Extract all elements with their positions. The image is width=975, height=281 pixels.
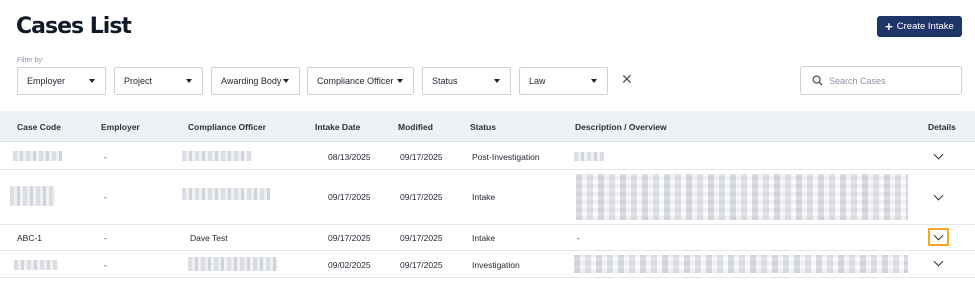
awarding-body-filter-label: Awarding Body (221, 76, 282, 86)
employer-filter[interactable]: Employer (17, 67, 106, 95)
redacted-case-code (10, 186, 55, 206)
modified-cell: 09/17/2025 (400, 233, 443, 243)
header-case-code: Case Code (17, 122, 61, 132)
modified-cell: 09/17/2025 (400, 152, 443, 162)
intake-date-cell: 09/17/2025 (328, 233, 371, 243)
chevron-down-icon[interactable] (933, 256, 944, 267)
project-filter[interactable]: Project (114, 67, 203, 95)
employer-cell: - (104, 152, 107, 162)
filter-label: Filter by: (17, 57, 44, 64)
status-cell: Intake (472, 233, 496, 243)
caret-down-icon (89, 79, 95, 83)
page-title: Cases List (16, 14, 132, 39)
redacted-description (576, 174, 908, 220)
redacted-description (574, 255, 908, 273)
close-icon[interactable]: ✕ (621, 72, 633, 86)
employer-cell: - (104, 233, 107, 243)
caret-down-icon (397, 79, 403, 83)
officer-cell: Dave Test (190, 233, 228, 243)
table-row[interactable]: - 08/13/2025 09/17/2025 Post-Investigati… (0, 143, 975, 170)
description-cell: - (577, 233, 580, 243)
details-toggle-button[interactable] (928, 228, 949, 246)
project-filter-label: Project (124, 76, 153, 86)
chevron-down-icon (933, 230, 944, 241)
compliance-officer-filter[interactable]: Compliance Officer (307, 67, 414, 95)
create-intake-button[interactable]: + Create Intake (877, 16, 962, 37)
intake-date-cell: 09/02/2025 (328, 260, 371, 270)
create-intake-label: Create Intake (896, 21, 954, 32)
redacted-officer (188, 257, 278, 271)
modified-cell: 09/17/2025 (400, 260, 443, 270)
law-filter[interactable]: Law (519, 67, 608, 95)
redacted-case-code (13, 151, 62, 161)
status-cell: Intake (472, 192, 496, 202)
redacted-officer (182, 151, 252, 161)
table-row[interactable]: - 09/02/2025 09/17/2025 Investigation (0, 251, 975, 278)
employer-filter-label: Employer (27, 76, 66, 86)
header-details: Details (928, 122, 956, 132)
plus-icon: + (885, 19, 893, 34)
redacted-officer (182, 188, 270, 200)
table-header: Case Code Employer Compliance Officer In… (0, 111, 975, 142)
status-cell: Investigation (472, 260, 520, 270)
caret-down-icon (494, 79, 500, 83)
chevron-down-icon[interactable] (933, 190, 944, 201)
status-filter[interactable]: Status (422, 67, 511, 95)
header-description: Description / Overview (575, 122, 667, 132)
header-compliance-officer: Compliance Officer (188, 122, 266, 132)
case-code-cell: ABC-1 (17, 233, 43, 243)
caret-down-icon (283, 79, 289, 83)
search-box[interactable] (800, 66, 962, 95)
intake-date-cell: 08/13/2025 (328, 152, 371, 162)
employer-cell: - (104, 192, 107, 202)
search-input[interactable] (829, 75, 959, 86)
compliance-officer-filter-label: Compliance Officer (317, 76, 394, 86)
redacted-description (574, 152, 604, 161)
awarding-body-filter[interactable]: Awarding Body (211, 67, 300, 95)
employer-cell: - (104, 260, 107, 270)
header-employer: Employer (101, 122, 140, 132)
table-row[interactable]: - 09/17/2025 09/17/2025 Intake (0, 170, 975, 225)
chevron-down-icon[interactable] (933, 149, 944, 160)
caret-down-icon (186, 79, 192, 83)
redacted-case-code (14, 260, 58, 270)
header-status: Status (470, 122, 496, 132)
table-row[interactable]: ABC-1 - Dave Test 09/17/2025 09/17/2025 … (0, 225, 975, 251)
intake-date-cell: 09/17/2025 (328, 192, 371, 202)
header-intake-date: Intake Date (315, 122, 361, 132)
modified-cell: 09/17/2025 (400, 192, 443, 202)
caret-down-icon (591, 79, 597, 83)
status-cell: Post-Investigation (472, 152, 540, 162)
header-modified: Modified (398, 122, 433, 132)
search-icon (812, 75, 823, 86)
law-filter-label: Law (529, 76, 546, 86)
status-filter-label: Status (432, 76, 458, 86)
